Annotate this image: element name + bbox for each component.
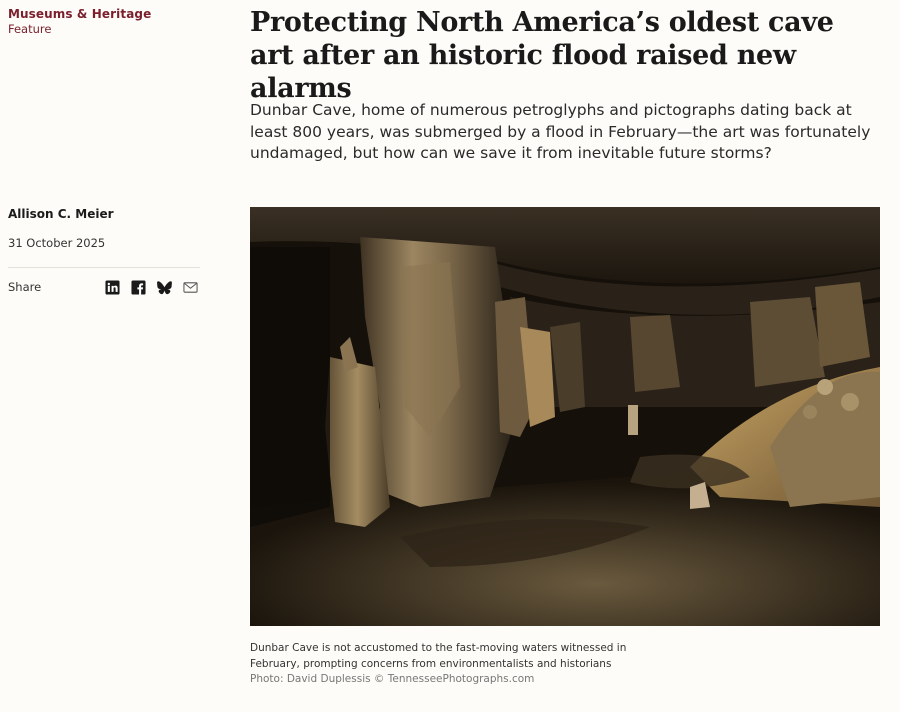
article-headline: Protecting North America’s oldest cave a… [250, 7, 834, 104]
share-bar: Share [8, 278, 200, 296]
article-type-label: Feature [8, 22, 52, 36]
email-icon[interactable] [183, 280, 198, 295]
author-name[interactable]: Allison C. Meier [8, 207, 114, 221]
article-kicker: Museums & Heritage Feature [8, 7, 200, 36]
article-dek: Dunbar Cave, home of numerous petroglyph… [250, 101, 871, 162]
bluesky-icon[interactable] [157, 280, 172, 295]
section-link[interactable]: Museums & Heritage [8, 7, 200, 21]
publish-date: 31 October 2025 [8, 236, 106, 250]
share-label: Share [8, 280, 42, 294]
sidebar-divider [8, 267, 200, 268]
facebook-icon[interactable] [131, 279, 146, 295]
photo-credit: Photo: David Duplessis © TennesseePhotog… [250, 673, 535, 685]
image-caption: Dunbar Cave is not accustomed to the fas… [250, 642, 627, 670]
hero-image-cave [250, 207, 880, 626]
linkedin-icon[interactable] [105, 279, 120, 295]
